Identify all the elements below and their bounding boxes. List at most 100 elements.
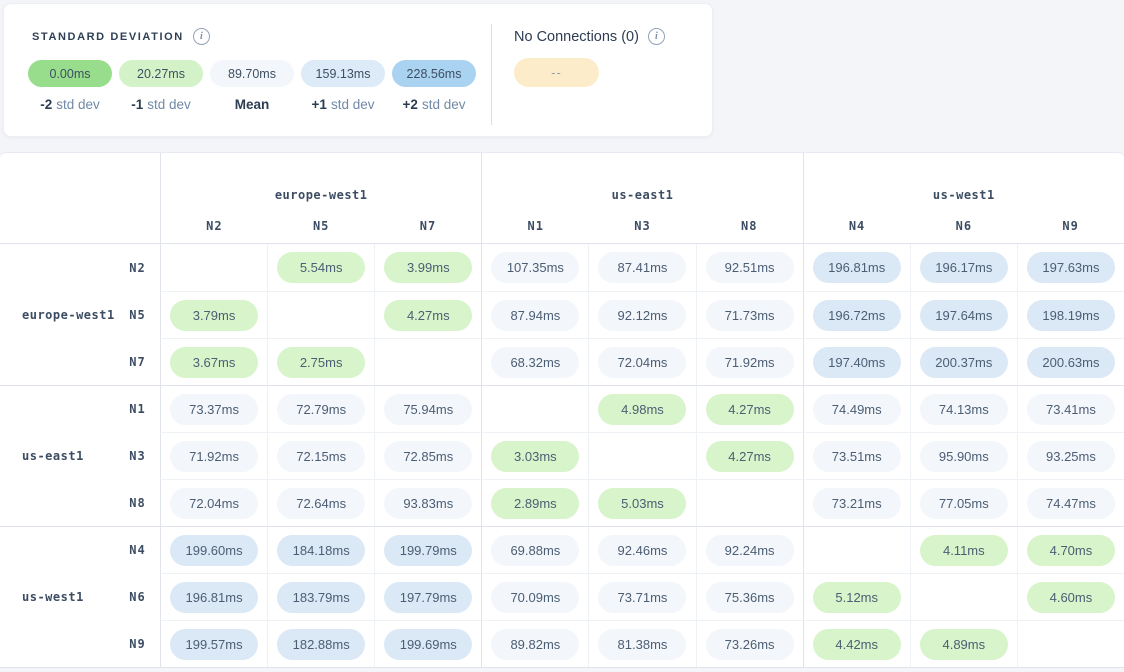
column-header-N9[interactable]: N9 [1017,219,1124,233]
column-header-N2[interactable]: N2 [161,219,268,233]
latency-value-pill[interactable]: 4.11ms [920,535,1008,566]
column-header-N1[interactable]: N1 [482,219,589,233]
row-header-N4[interactable]: N4 [115,526,160,573]
latency-value-pill[interactable]: 196.72ms [813,300,901,331]
latency-value-pill[interactable]: 184.18ms [277,535,365,566]
latency-value-pill[interactable]: 92.12ms [598,300,686,331]
latency-value-pill[interactable]: 4.98ms [598,394,686,425]
column-header-N5[interactable]: N5 [268,219,375,233]
latency-value-pill[interactable]: 3.03ms [491,441,579,472]
latency-value-pill[interactable]: 196.81ms [170,582,258,613]
latency-value-pill[interactable]: 73.41ms [1027,394,1115,425]
info-icon[interactable]: i [193,28,210,45]
latency-value-pill[interactable]: 73.71ms [598,582,686,613]
latency-value-pill[interactable]: 74.49ms [813,394,901,425]
latency-value-pill[interactable]: 93.25ms [1027,441,1115,472]
latency-value-pill[interactable]: 71.73ms [706,300,794,331]
latency-value-pill[interactable]: 92.24ms [706,535,794,566]
latency-value-pill[interactable]: 200.63ms [1027,347,1115,378]
latency-value-pill[interactable]: 73.21ms [813,488,901,519]
latency-value-pill[interactable]: 92.46ms [598,535,686,566]
latency-value-pill[interactable]: 72.79ms [277,394,365,425]
latency-value-pill[interactable]: 72.04ms [170,488,258,519]
latency-value-pill[interactable]: 72.04ms [598,347,686,378]
latency-value-pill[interactable]: 3.79ms [170,300,258,331]
latency-value-pill[interactable]: 197.64ms [920,300,1008,331]
latency-value-pill[interactable]: 199.69ms [384,629,472,660]
latency-cell-N1-N3: 4.98ms [588,385,695,432]
latency-cell-N5-N8: 71.73ms [696,291,803,338]
column-header-N4[interactable]: N4 [804,219,911,233]
latency-value-pill[interactable]: 197.63ms [1027,252,1115,283]
latency-cell-N8-N6: 77.05ms [910,479,1017,526]
latency-value-pill[interactable]: 73.51ms [813,441,901,472]
latency-value-pill[interactable]: 197.79ms [384,582,472,613]
info-icon[interactable]: i [648,28,665,45]
latency-value-pill[interactable]: 199.79ms [384,535,472,566]
latency-value-pill[interactable]: 81.38ms [598,629,686,660]
latency-value-pill[interactable]: 92.51ms [706,252,794,283]
latency-value-pill[interactable]: 2.75ms [277,347,365,378]
latency-value-pill[interactable]: 74.13ms [920,394,1008,425]
latency-value-pill[interactable]: 199.57ms [170,629,258,660]
row-header-N5[interactable]: N5 [115,291,160,338]
latency-value-pill[interactable]: 4.27ms [384,300,472,331]
latency-cell-N3-N5: 72.15ms [267,432,374,479]
row-header-N7[interactable]: N7 [115,338,160,385]
latency-value-pill[interactable]: 183.79ms [277,582,365,613]
row-header-N9[interactable]: N9 [115,620,160,667]
latency-cell-N3-N4: 73.51ms [803,432,910,479]
latency-value-pill[interactable]: 5.12ms [813,582,901,613]
latency-value-pill[interactable]: 75.36ms [706,582,794,613]
latency-value-pill[interactable]: 4.60ms [1027,582,1115,613]
latency-value-pill[interactable]: 200.37ms [920,347,1008,378]
latency-value-pill[interactable]: 70.09ms [491,582,579,613]
latency-cell-N3-N3 [588,432,695,479]
column-header-N6[interactable]: N6 [910,219,1017,233]
row-header-N3[interactable]: N3 [115,432,160,479]
column-group-us-east1: us-east1N1N3N8 [481,153,802,244]
row-header-N6[interactable]: N6 [115,573,160,620]
latency-value-pill[interactable]: 72.15ms [277,441,365,472]
latency-value-pill[interactable]: 4.27ms [706,441,794,472]
column-header-N3[interactable]: N3 [589,219,696,233]
row-header-N1[interactable]: N1 [115,385,160,432]
column-header-N8[interactable]: N8 [696,219,803,233]
latency-value-pill[interactable]: 2.89ms [491,488,579,519]
latency-value-pill[interactable]: 196.17ms [920,252,1008,283]
row-header-N8[interactable]: N8 [115,479,160,526]
latency-value-pill[interactable]: 71.92ms [170,441,258,472]
latency-value-pill[interactable]: 93.83ms [384,488,472,519]
latency-value-pill[interactable]: 5.54ms [277,252,365,283]
latency-value-pill[interactable]: 87.41ms [598,252,686,283]
latency-value-pill[interactable]: 89.82ms [491,629,579,660]
latency-value-pill[interactable]: 68.32ms [491,347,579,378]
latency-value-pill[interactable]: 5.03ms [598,488,686,519]
latency-value-pill[interactable]: 77.05ms [920,488,1008,519]
latency-value-pill[interactable]: 73.37ms [170,394,258,425]
column-header-N7[interactable]: N7 [375,219,482,233]
latency-value-pill[interactable]: 199.60ms [170,535,258,566]
latency-value-pill[interactable]: 74.47ms [1027,488,1115,519]
latency-value-pill[interactable]: 87.94ms [491,300,579,331]
latency-value-pill[interactable]: 4.27ms [706,394,794,425]
latency-value-pill[interactable]: 75.94ms [384,394,472,425]
latency-value-pill[interactable]: 72.85ms [384,441,472,472]
row-header-N2[interactable]: N2 [115,244,160,291]
latency-value-pill[interactable]: 182.88ms [277,629,365,660]
latency-value-pill[interactable]: 196.81ms [813,252,901,283]
latency-value-pill[interactable]: 3.67ms [170,347,258,378]
latency-value-pill[interactable]: 197.40ms [813,347,901,378]
latency-cell-N9-N1: 89.82ms [481,620,588,667]
latency-value-pill[interactable]: 95.90ms [920,441,1008,472]
latency-value-pill[interactable]: 4.89ms [920,629,1008,660]
latency-value-pill[interactable]: 71.92ms [706,347,794,378]
latency-value-pill[interactable]: 3.99ms [384,252,472,283]
latency-value-pill[interactable]: 69.88ms [491,535,579,566]
latency-value-pill[interactable]: 72.64ms [277,488,365,519]
latency-value-pill[interactable]: 198.19ms [1027,300,1115,331]
latency-value-pill[interactable]: 4.70ms [1027,535,1115,566]
latency-value-pill[interactable]: 73.26ms [706,629,794,660]
latency-value-pill[interactable]: 4.42ms [813,629,901,660]
latency-value-pill[interactable]: 107.35ms [491,252,579,283]
